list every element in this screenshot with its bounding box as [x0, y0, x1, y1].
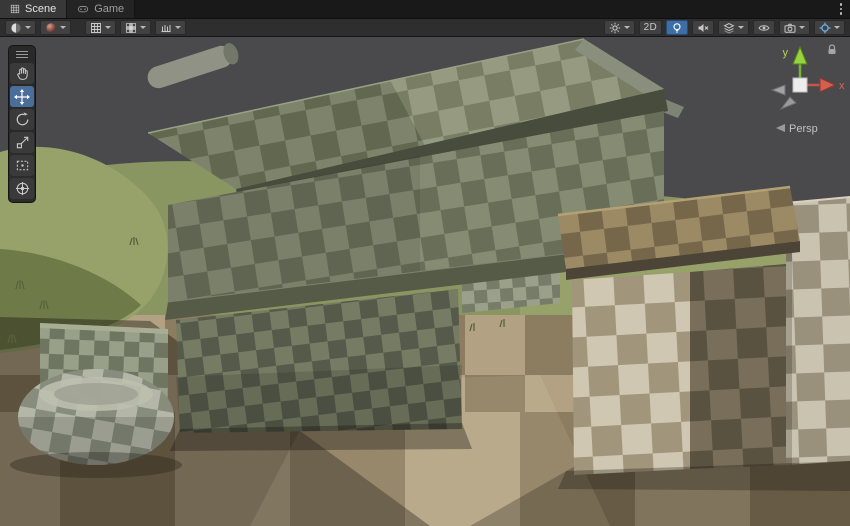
effects-dropdown[interactable] [718, 20, 749, 35]
rect-tool-icon [15, 158, 30, 173]
scene-lighting-toggle[interactable] [666, 20, 688, 35]
dropdown-caret-icon [738, 26, 744, 29]
lock-icon [826, 44, 838, 56]
2d-toggle-label: 2D [644, 23, 657, 33]
gizmo-neg-x-cone[interactable] [772, 85, 785, 95]
tab-bar: Scene Game [0, 0, 850, 18]
snap-increment-dropdown[interactable] [155, 20, 186, 35]
2d-toggle[interactable]: 2D [639, 20, 662, 35]
tab-scene-label: Scene [25, 3, 56, 15]
gizmo-z-cone[interactable] [781, 97, 796, 109]
scene-3d-render [0, 37, 850, 526]
unity-scene-view-window: Scene Game [0, 0, 850, 526]
kebab-menu-icon[interactable] [832, 0, 850, 18]
scene-viewport[interactable]: y x Persp [0, 37, 850, 526]
right-building[interactable] [558, 187, 850, 475]
projection-label: Persp [789, 123, 818, 135]
dropdown-caret-icon [624, 26, 630, 29]
transform-tool-button[interactable] [10, 178, 34, 199]
gizmo-y-label: y [783, 47, 789, 59]
gizmo-y-axis-cone[interactable] [793, 47, 807, 64]
rect-tool-button[interactable] [10, 155, 34, 176]
gizmos-dropdown[interactable] [814, 20, 845, 35]
tab-game[interactable]: Game [67, 0, 135, 18]
dropdown-caret-icon [105, 26, 111, 29]
snap-increment-icon [160, 22, 172, 34]
dropdown-caret-icon [799, 26, 805, 29]
game-tab-icon [77, 4, 89, 14]
gizmo-crosshair-icon [819, 22, 831, 34]
dropdown-caret-icon [60, 26, 66, 29]
hand-tool-icon [15, 66, 30, 81]
effects-icon [723, 22, 735, 34]
projection-toggle[interactable]: Persp [776, 123, 818, 135]
bulb-icon [671, 22, 683, 34]
rotate-tool-icon [15, 112, 30, 127]
scale-tool-button[interactable] [10, 132, 34, 153]
speaker-mute-icon [697, 22, 709, 34]
gizmo-center-cube[interactable] [793, 78, 807, 92]
gizmo-lock-button[interactable] [826, 43, 838, 61]
tab-game-label: Game [94, 3, 124, 15]
scale-tool-icon [15, 135, 30, 150]
audio-toggle[interactable] [692, 20, 714, 35]
grid-icon [90, 22, 102, 34]
dropdown-caret-icon [25, 26, 31, 29]
dome-well[interactable] [18, 369, 174, 465]
rotate-tool-button[interactable] [10, 109, 34, 130]
grid-visibility-dropdown[interactable] [85, 20, 116, 35]
shaded-mode-icon [10, 22, 22, 34]
persp-cone-icon [776, 124, 785, 132]
move-tool-icon [14, 89, 30, 105]
hand-tool-button[interactable] [10, 63, 34, 84]
dropdown-caret-icon [140, 26, 146, 29]
scene-tab-icon [10, 4, 20, 14]
scene-toolbar: 2D [0, 18, 850, 37]
camera-settings-dropdown[interactable] [779, 20, 810, 35]
gizmo-x-axis-cone[interactable] [820, 78, 835, 92]
dropdown-caret-icon [175, 26, 181, 29]
move-tool-button[interactable] [10, 86, 34, 107]
snap-grid-dropdown[interactable] [120, 20, 151, 35]
tab-scene[interactable]: Scene [0, 0, 67, 18]
lighting-workflow-dropdown[interactable] [604, 20, 635, 35]
dropdown-caret-icon [834, 26, 840, 29]
transform-tool-icon [15, 181, 30, 196]
grid-snap-icon [125, 22, 137, 34]
sphere-icon [45, 22, 57, 34]
scene-visibility-toggle[interactable] [753, 20, 775, 35]
eye-icon [758, 22, 770, 34]
draw-mode-dropdown[interactable] [5, 20, 36, 35]
debug-view-dropdown[interactable] [40, 20, 71, 35]
tabbar-spacer [135, 0, 832, 18]
camera-icon [784, 22, 796, 34]
tools-overlay [8, 45, 36, 203]
gizmo-x-label: x [839, 80, 845, 92]
overlay-handle-icon[interactable] [16, 49, 28, 61]
sun-icon [609, 22, 621, 34]
